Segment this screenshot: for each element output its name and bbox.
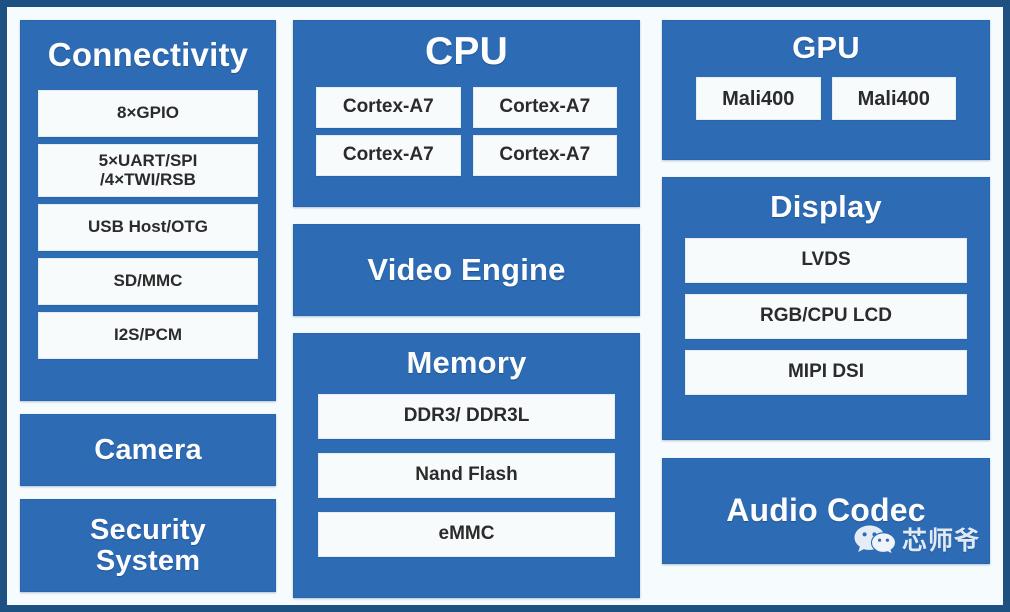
gpu-core-row: Mali400 Mali400 [696,77,956,121]
leaf-usb-host-otg[interactable]: USB Host/OTG [38,204,258,252]
leaf-cpu-core-4[interactable]: Cortex-A7 [472,134,617,176]
block-camera[interactable]: Camera [20,414,276,486]
block-gpu[interactable]: GPU Mali400 Mali400 [662,20,990,160]
memory-items: DDR3/ DDR3L Nand Flash eMMC [318,394,615,558]
block-title-security-system: Security System [21,515,275,575]
leaf-cpu-core-1[interactable]: Cortex-A7 [316,86,461,128]
leaf-lvds[interactable]: LVDS [685,238,967,284]
column-middle: CPU Cortex-A7 Cortex-A7 Cortex-A7 Cortex… [293,7,640,605]
leaf-mipi-dsi[interactable]: MIPI DSI [685,350,967,396]
cpu-core-grid: Cortex-A7 Cortex-A7 Cortex-A7 Cortex-A7 [316,86,617,176]
leaf-uart-line2: /4×TWI/RSB [100,169,196,189]
block-title-connectivity: Connectivity [47,36,249,73]
watermark: 芯师爷 [853,524,980,559]
block-title-gpu: GPU [792,30,860,65]
block-title-audio-codec: Audio Codec [726,492,926,529]
connectivity-items: 8×GPIO 5×UART/SPI /4×TWI/RSB USB Host/OT… [38,90,258,360]
security-title-line1: Security [89,514,207,547]
leaf-ddr3[interactable]: DDR3/ DDR3L [318,394,615,440]
watermark-text: 芯师爷 [901,527,980,555]
leaf-rgb-cpu-lcd[interactable]: RGB/CPU LCD [685,294,967,340]
leaf-gpu-core-2[interactable]: Mali400 [831,77,956,121]
leaf-i2s-pcm[interactable]: I2S/PCM [38,312,258,360]
diagram-canvas: Connectivity 8×GPIO 5×UART/SPI /4×TWI/RS… [7,7,1003,605]
block-audio-codec[interactable]: Audio Codec 芯师爷 [662,458,990,564]
block-title-memory: Memory [406,345,527,380]
leaf-emmc[interactable]: eMMC [318,512,615,558]
leaf-gpu-core-1[interactable]: Mali400 [696,77,821,121]
block-title-display: Display [770,189,882,224]
leaf-sd-mmc[interactable]: SD/MMC [38,258,258,306]
leaf-gpio[interactable]: 8×GPIO [38,90,258,138]
soc-block-diagram: Connectivity 8×GPIO 5×UART/SPI /4×TWI/RS… [0,0,1010,612]
wechat-icon [853,524,897,559]
security-title-line2: System [95,544,201,577]
block-memory[interactable]: Memory DDR3/ DDR3L Nand Flash eMMC [293,333,640,598]
column-left: Connectivity 8×GPIO 5×UART/SPI /4×TWI/RS… [20,7,276,605]
block-title-cpu: CPU [425,30,508,73]
block-title-camera: Camera [94,433,202,466]
block-cpu[interactable]: CPU Cortex-A7 Cortex-A7 Cortex-A7 Cortex… [293,20,640,207]
block-title-video-engine: Video Engine [367,251,566,287]
block-security-system[interactable]: Security System [20,499,276,592]
leaf-nand-flash[interactable]: Nand Flash [318,453,615,499]
block-connectivity[interactable]: Connectivity 8×GPIO 5×UART/SPI /4×TWI/RS… [20,20,276,401]
leaf-cpu-core-3[interactable]: Cortex-A7 [316,134,461,176]
block-video-engine[interactable]: Video Engine [293,224,640,316]
leaf-uart-line1: 5×UART/SPI [98,151,198,171]
block-display[interactable]: Display LVDS RGB/CPU LCD MIPI DSI [662,177,990,440]
leaf-cpu-core-2[interactable]: Cortex-A7 [472,86,617,128]
column-right: GPU Mali400 Mali400 Display LVDS RGB/CPU… [662,7,990,605]
leaf-uart-spi-twi-rsb[interactable]: 5×UART/SPI /4×TWI/RSB [38,144,258,198]
display-items: LVDS RGB/CPU LCD MIPI DSI [685,238,967,396]
